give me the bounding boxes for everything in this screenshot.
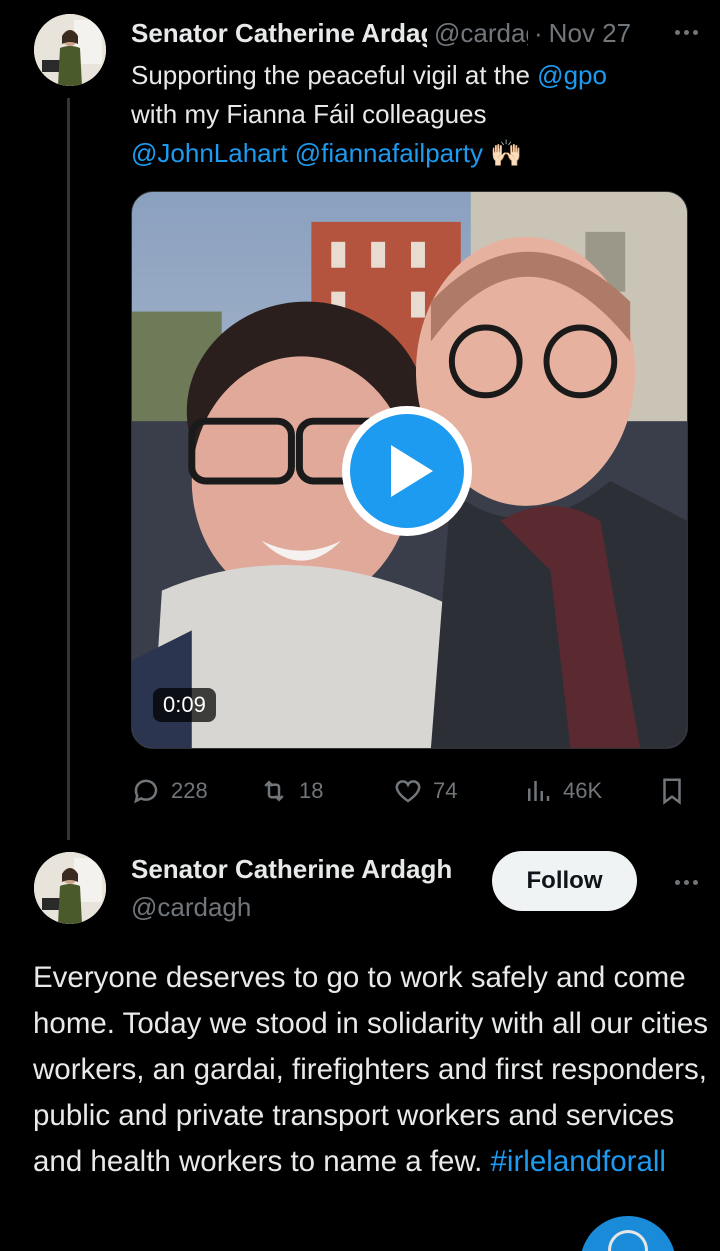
retweet-count: 18 (299, 778, 324, 803)
like-button[interactable]: 74 (393, 770, 457, 812)
heart-icon (395, 780, 421, 803)
reply-count: 228 (171, 778, 208, 803)
raised-hands-emoji: 🙌🏻 (490, 138, 523, 168)
tweet-text-part: with my Fianna Fáil colleagues (131, 99, 487, 129)
video-duration: 0:09 (153, 688, 216, 722)
avatar-photo (34, 852, 106, 924)
like-count: 74 (433, 778, 458, 803)
play-button[interactable] (342, 406, 472, 536)
bookmark-icon (663, 778, 681, 805)
reply-icon (134, 779, 158, 804)
tweet-text-part: Supporting the peaceful vigil at the (131, 60, 538, 90)
views-chart-icon (528, 781, 550, 801)
tweet-actions: 228 18 74 46K (131, 770, 691, 812)
follow-button[interactable]: Follow (492, 851, 637, 911)
more-options-icon[interactable] (670, 22, 702, 42)
more-options-icon[interactable] (670, 872, 702, 892)
tweet-text: Everyone deserves to go to work safely a… (33, 955, 713, 1185)
author-handle[interactable]: @cardagh (131, 892, 251, 923)
author-name[interactable]: Senator Catherine Ardagh (131, 854, 477, 885)
views-count: 46K (563, 778, 603, 803)
play-icon (350, 414, 464, 528)
thread-connector-line (67, 98, 70, 840)
author-name[interactable]: Senator Catherine Ardagh (131, 18, 427, 49)
video-player[interactable]: 0:09 (131, 191, 688, 749)
views-button[interactable]: 46K (523, 770, 602, 812)
retweet-icon (264, 780, 284, 802)
tweet-date[interactable]: Nov 27 (549, 18, 631, 49)
mention-link[interactable]: @fiannafailparty (295, 138, 483, 168)
tweet-text: Supporting the peaceful vigil at the @gp… (131, 56, 691, 173)
author-avatar[interactable] (34, 14, 106, 86)
author-handle[interactable]: @cardagh (434, 18, 528, 49)
retweet-button[interactable]: 18 (259, 770, 323, 812)
reply-button[interactable]: 228 (131, 770, 208, 812)
mention-link[interactable]: @gpo (537, 60, 607, 90)
bookmark-button[interactable] (657, 770, 687, 812)
author-avatar[interactable] (34, 852, 106, 924)
avatar-photo (34, 14, 106, 86)
mention-link[interactable]: @JohnLahart (131, 138, 288, 168)
header-separator: · (534, 17, 543, 48)
tweet-header: Senator Catherine Ardagh @cardagh · Nov … (131, 16, 691, 50)
hashtag-link[interactable]: #irlelandforall (491, 1145, 666, 1178)
compose-icon (608, 1230, 648, 1251)
compose-fab[interactable] (580, 1216, 676, 1251)
